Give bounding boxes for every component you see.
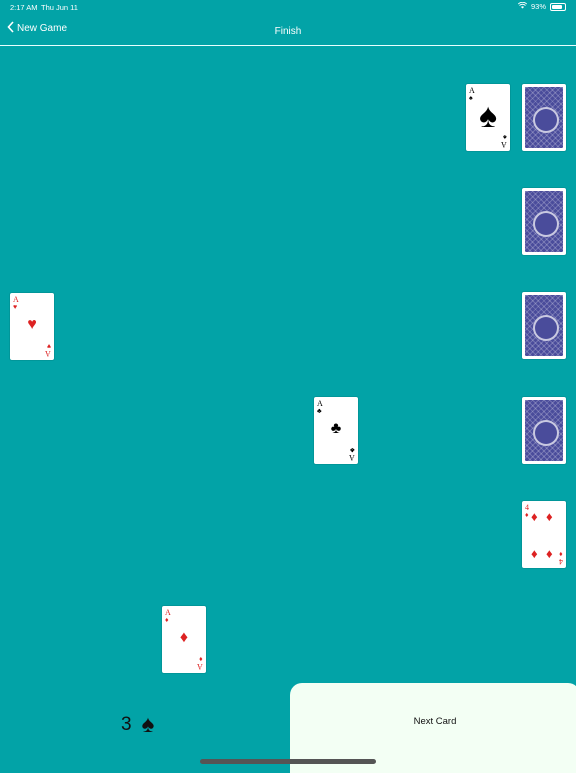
card-ace-of-hearts[interactable]: A ♥ ♥ ♥ A bbox=[10, 293, 54, 360]
status-time: 2:17 AM bbox=[10, 3, 38, 12]
battery-percent: 93% bbox=[530, 2, 546, 11]
next-card-label: Next Card bbox=[413, 716, 457, 727]
diamond-icon: ♦ bbox=[525, 512, 529, 519]
card-four-of-diamonds[interactable]: 4 ♦ ♦ ♦ ♦ ♦ ♦ 4 bbox=[522, 501, 566, 568]
card-rank: A bbox=[13, 295, 19, 304]
wifi-icon bbox=[517, 1, 528, 11]
card-rank: A bbox=[45, 349, 51, 358]
club-icon: ♣ bbox=[350, 446, 355, 453]
club-icon: ♣ bbox=[330, 420, 342, 437]
card-rank: A bbox=[317, 399, 323, 408]
diamond-icon: ♦ bbox=[531, 509, 538, 524]
status-bar: 2:17 AM Thu Jun 11 93% bbox=[0, 0, 576, 14]
diamond-icon: ♦ bbox=[559, 550, 563, 557]
card-ace-of-diamonds[interactable]: A ♦ ♦ ♦ A bbox=[162, 606, 206, 673]
diamond-icon: ♦ bbox=[546, 509, 553, 524]
status-date: Thu Jun 11 bbox=[41, 3, 78, 12]
card-back[interactable] bbox=[522, 397, 566, 464]
spade-icon: ♠ bbox=[503, 133, 507, 140]
card-ace-of-clubs[interactable]: A ♣ ♣ ♣ A bbox=[314, 397, 358, 464]
counter-value: 3 bbox=[121, 714, 132, 735]
page-title: Finish bbox=[274, 26, 302, 37]
heart-icon: ♥ bbox=[46, 342, 51, 349]
card-back[interactable] bbox=[522, 292, 566, 359]
battery-icon bbox=[550, 2, 566, 11]
club-icon: ♣ bbox=[317, 408, 322, 415]
card-rank: 4 bbox=[559, 557, 563, 566]
card-rank: A bbox=[349, 453, 355, 462]
heart-icon: ♥ bbox=[27, 316, 37, 333]
spade-icon: ♠ bbox=[141, 711, 155, 738]
diamond-icon: ♦ bbox=[531, 546, 538, 561]
card-ace-of-spades[interactable]: A ♠ ♠ ♠ A bbox=[466, 84, 510, 151]
card-rank: 4 bbox=[525, 503, 529, 512]
navigation-bar: New Game Finish bbox=[0, 14, 576, 46]
card-rank: A bbox=[165, 608, 171, 617]
card-back[interactable] bbox=[522, 188, 566, 255]
card-back[interactable] bbox=[522, 84, 566, 151]
heart-icon: ♥ bbox=[13, 304, 18, 311]
card-rank: A bbox=[469, 86, 475, 95]
diamond-icon: ♦ bbox=[165, 617, 169, 624]
diamond-icon: ♦ bbox=[179, 629, 189, 646]
home-indicator[interactable] bbox=[200, 759, 376, 764]
status-right: 93% bbox=[517, 1, 566, 11]
diamond-icon: ♦ bbox=[199, 655, 203, 662]
card-rank: A bbox=[197, 662, 203, 671]
card-rank: A bbox=[501, 140, 507, 149]
spade-icon: ♠ bbox=[478, 97, 498, 135]
suit-counter: 3 ♠ bbox=[121, 713, 154, 737]
diamond-icon: ♦ bbox=[546, 546, 553, 561]
